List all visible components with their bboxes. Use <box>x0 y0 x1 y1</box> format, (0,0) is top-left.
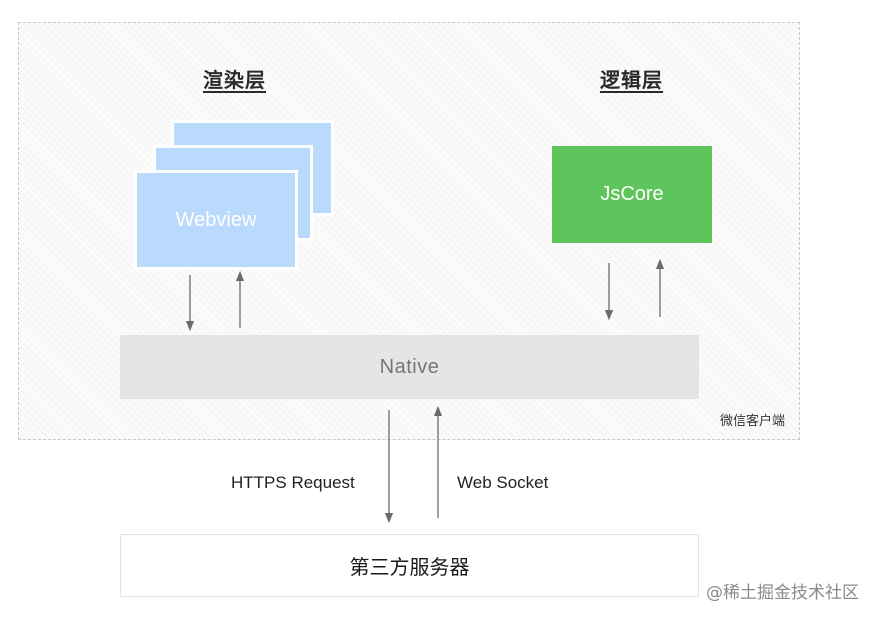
server-label: 第三方服务器 <box>349 555 470 579</box>
https-request-label: HTTPS Request <box>231 473 355 492</box>
arrow-layer <box>185 258 665 524</box>
watermark: @稀土掘金技术社区 <box>706 583 859 603</box>
third-party-server-box: 第三方服务器 <box>120 534 699 597</box>
web-socket-label: Web Socket <box>457 473 549 492</box>
